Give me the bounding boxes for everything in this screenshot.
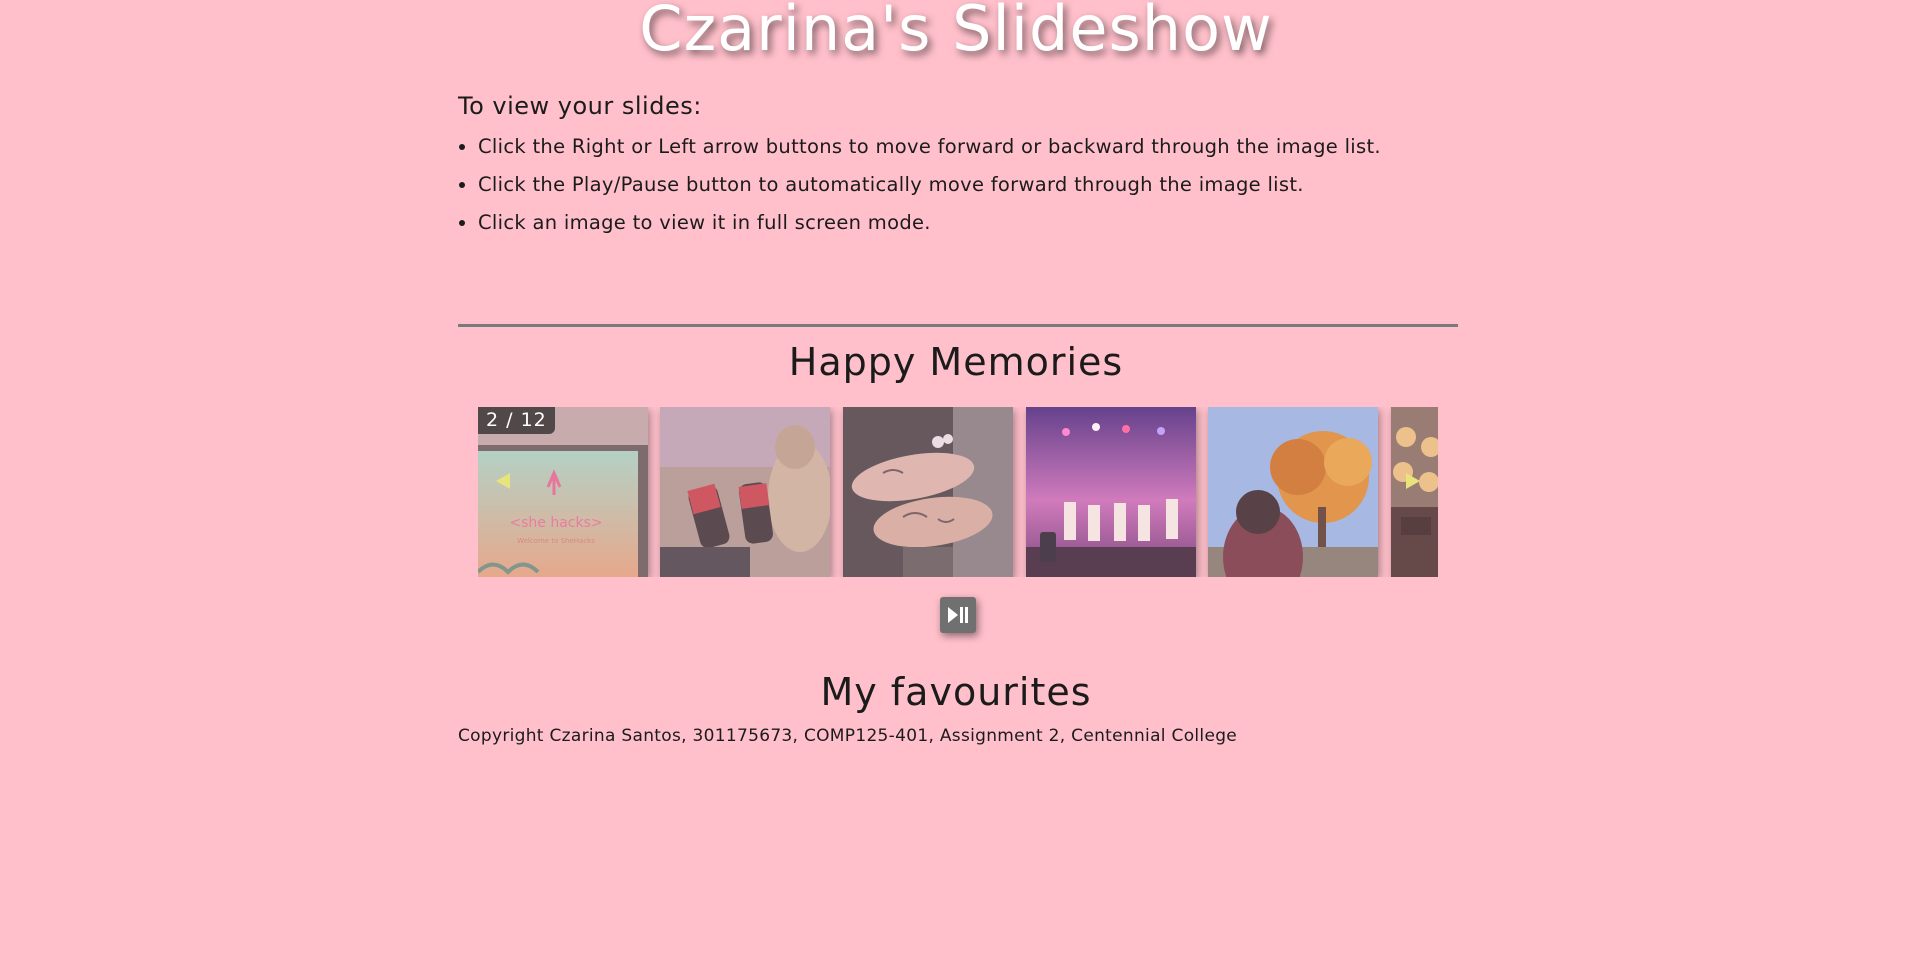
copyright-footer: Copyright Czarina Santos, 301175673, COM… [458, 726, 1238, 746]
slide-image[interactable] [1026, 407, 1196, 577]
memories-title: Happy Memories [788, 340, 1124, 384]
instructions-list: Click the Right or Left arrow buttons to… [458, 128, 1458, 242]
divider [458, 324, 1458, 327]
instruction-item: Click the Play/Pause button to automatic… [478, 166, 1458, 204]
slide-image[interactable] [660, 407, 830, 577]
left-arrow-icon[interactable] [496, 473, 510, 489]
instruction-item: Click an image to view it in full screen… [478, 204, 1458, 242]
slide-counter: 2 / 12 [478, 407, 555, 434]
page-title: Czarina's Slideshow [639, 0, 1273, 65]
instruction-item: Click the Right or Left arrow buttons to… [478, 128, 1458, 166]
intro-heading: To view your slides: [458, 92, 702, 120]
intro-section: To view your slides: Click the Right or … [458, 88, 1458, 242]
slideshow-carousel: 2 / 12 <she hacks> Welcome to SheHacks [478, 407, 1438, 577]
play-pause-icon [948, 607, 968, 623]
play-pause-button[interactable] [940, 597, 976, 633]
slide-image[interactable] [843, 407, 1013, 577]
favourites-title: My favourites [820, 670, 1092, 714]
slide-image[interactable] [1391, 407, 1438, 577]
slide-image[interactable] [1208, 407, 1378, 577]
right-arrow-icon[interactable] [1406, 473, 1420, 489]
